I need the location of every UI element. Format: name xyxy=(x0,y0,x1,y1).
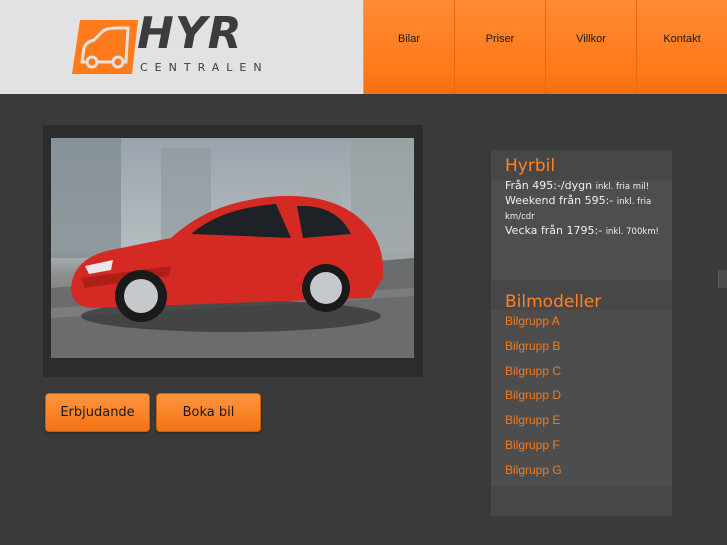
header: HYR CENTRALEN Bilar Priser Villkor Konta… xyxy=(0,0,727,94)
bilgrupp-g-link[interactable]: Bilgrupp G xyxy=(505,463,562,488)
logo-subtitle: CENTRALEN xyxy=(140,61,269,74)
bilgrupp-b-link[interactable]: Bilgrupp B xyxy=(505,339,562,364)
hyrbil-title: Hyrbil xyxy=(505,156,556,176)
price-main: Weekend från 595:- xyxy=(505,194,614,207)
price-line: Vecka från 1795:- inkl. 700km! xyxy=(505,224,665,239)
price-info: Från 495:-/dygn inkl. fria mil! Weekend … xyxy=(505,179,665,239)
price-main: Vecka från 1795:- xyxy=(505,224,603,237)
nav-bilar[interactable]: Bilar xyxy=(363,0,454,94)
bilgrupp-e-link[interactable]: Bilgrupp E xyxy=(505,413,562,438)
bilgrupp-a-link[interactable]: Bilgrupp A xyxy=(505,314,562,339)
nav-priser-label: Priser xyxy=(485,33,515,45)
price-line: Weekend från 595:- inkl. fria km/cdr xyxy=(505,194,665,224)
price-note: inkl. fria mil! xyxy=(595,182,650,192)
book-car-button[interactable]: Boka bil xyxy=(156,393,261,432)
car-illustration xyxy=(51,138,414,358)
nav-kontakt-label: Kontakt xyxy=(663,33,701,45)
nav-villkor[interactable]: Villkor xyxy=(545,0,636,94)
price-line: Från 495:-/dygn inkl. fria mil! xyxy=(505,179,665,194)
logo[interactable]: HYR CENTRALEN xyxy=(72,12,272,78)
hero-image-frame xyxy=(43,125,423,377)
hero-car-photo xyxy=(51,138,414,358)
bilgrupp-d-link[interactable]: Bilgrupp D xyxy=(505,388,562,413)
logo-word: HYR xyxy=(137,8,243,59)
bilmodeller-title: Bilmodeller xyxy=(505,292,602,312)
nav-priser[interactable]: Priser xyxy=(454,0,545,94)
offers-button[interactable]: Erbjudande xyxy=(45,393,150,432)
car-group-list: Bilgrupp A Bilgrupp B Bilgrupp C Bilgrup… xyxy=(505,314,562,488)
nav-villkor-label: Villkor xyxy=(576,33,606,45)
price-main: Från 495:-/dygn xyxy=(505,179,593,192)
bilgrupp-c-link[interactable]: Bilgrupp C xyxy=(505,364,562,389)
main-nav: Bilar Priser Villkor Kontakt xyxy=(363,0,727,94)
price-note: inkl. 700km! xyxy=(605,227,659,237)
nav-bilar-label: Bilar xyxy=(397,33,420,45)
nav-kontakt[interactable]: Kontakt xyxy=(636,0,727,94)
scrollbar-handle[interactable] xyxy=(718,270,727,288)
bilgrupp-f-link[interactable]: Bilgrupp F xyxy=(505,438,562,463)
van-icon xyxy=(72,20,138,74)
